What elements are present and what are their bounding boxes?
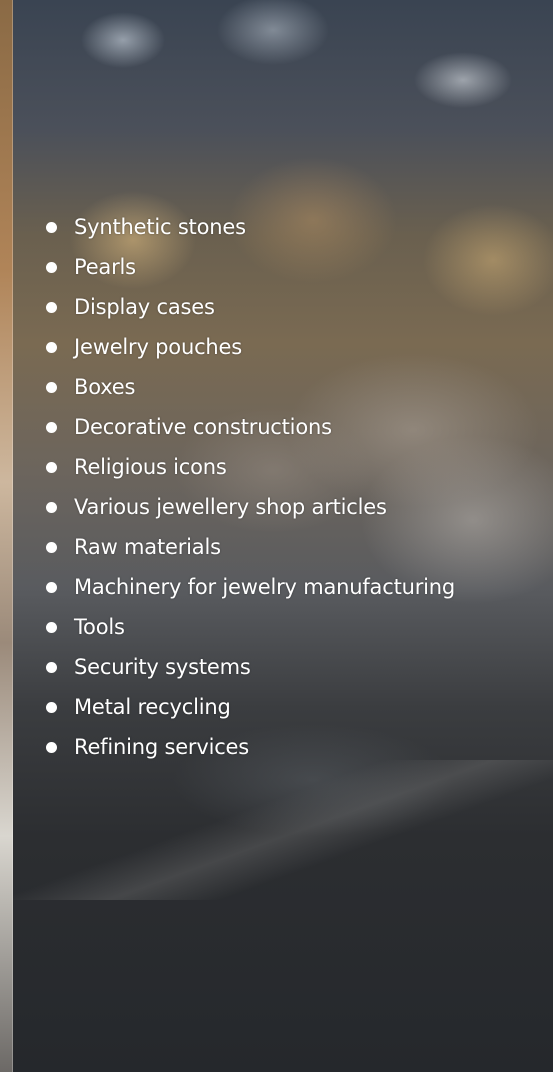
list-item-label: Pearls <box>74 255 136 279</box>
list-item-label: Synthetic stones <box>74 215 246 239</box>
bullet-icon <box>46 301 57 313</box>
page: Synthetic stones Pearls Display cases Je… <box>0 0 553 1072</box>
list-item: Pearls <box>46 247 455 287</box>
bullet-icon <box>46 341 57 353</box>
bullet-icon <box>46 701 57 713</box>
list-item-label: Boxes <box>74 375 136 399</box>
product-list: Synthetic stones Pearls Display cases Je… <box>46 207 455 767</box>
bullet-icon <box>46 261 57 273</box>
list-item-label: Decorative constructions <box>74 415 332 439</box>
bullet-icon <box>46 221 57 233</box>
list-item: Metal recycling <box>46 687 455 727</box>
bullet-icon <box>46 421 57 433</box>
list-item: Decorative constructions <box>46 407 455 447</box>
list-item-label: Refining services <box>74 735 250 759</box>
bullet-icon <box>46 461 57 473</box>
list-item-label: Metal recycling <box>74 695 231 719</box>
list-item: Synthetic stones <box>46 207 455 247</box>
bullet-icon <box>46 741 57 753</box>
list-item: Boxes <box>46 367 455 407</box>
list-item: Religious icons <box>46 447 455 487</box>
list-item: Security systems <box>46 647 455 687</box>
list-item: Raw materials <box>46 527 455 567</box>
list-item-label: Jewelry pouches <box>74 335 242 359</box>
list-item: Jewelry pouches <box>46 327 455 367</box>
bullet-icon <box>46 581 57 593</box>
list-item: Machinery for jewelry manufacturing <box>46 567 455 607</box>
list-item-label: Raw materials <box>74 535 221 559</box>
list-item: Refining services <box>46 727 455 767</box>
bullet-icon <box>46 381 57 393</box>
content-overlay: Synthetic stones Pearls Display cases Je… <box>0 0 553 1072</box>
bullet-icon <box>46 501 57 513</box>
list-item-label: Machinery for jewelry manufacturing <box>74 575 456 599</box>
list-item-label: Various jewellery shop articles <box>74 495 387 519</box>
list-item: Tools <box>46 607 455 647</box>
list-item-label: Religious icons <box>74 455 227 479</box>
list-item: Various jewellery shop articles <box>46 487 455 527</box>
bullet-icon <box>46 621 57 633</box>
list-item-label: Tools <box>74 615 125 639</box>
bullet-icon <box>46 541 57 553</box>
bullet-icon <box>46 661 57 673</box>
list-item-label: Security systems <box>74 655 251 679</box>
list-item-label: Display cases <box>74 295 215 319</box>
list-item: Display cases <box>46 287 455 327</box>
